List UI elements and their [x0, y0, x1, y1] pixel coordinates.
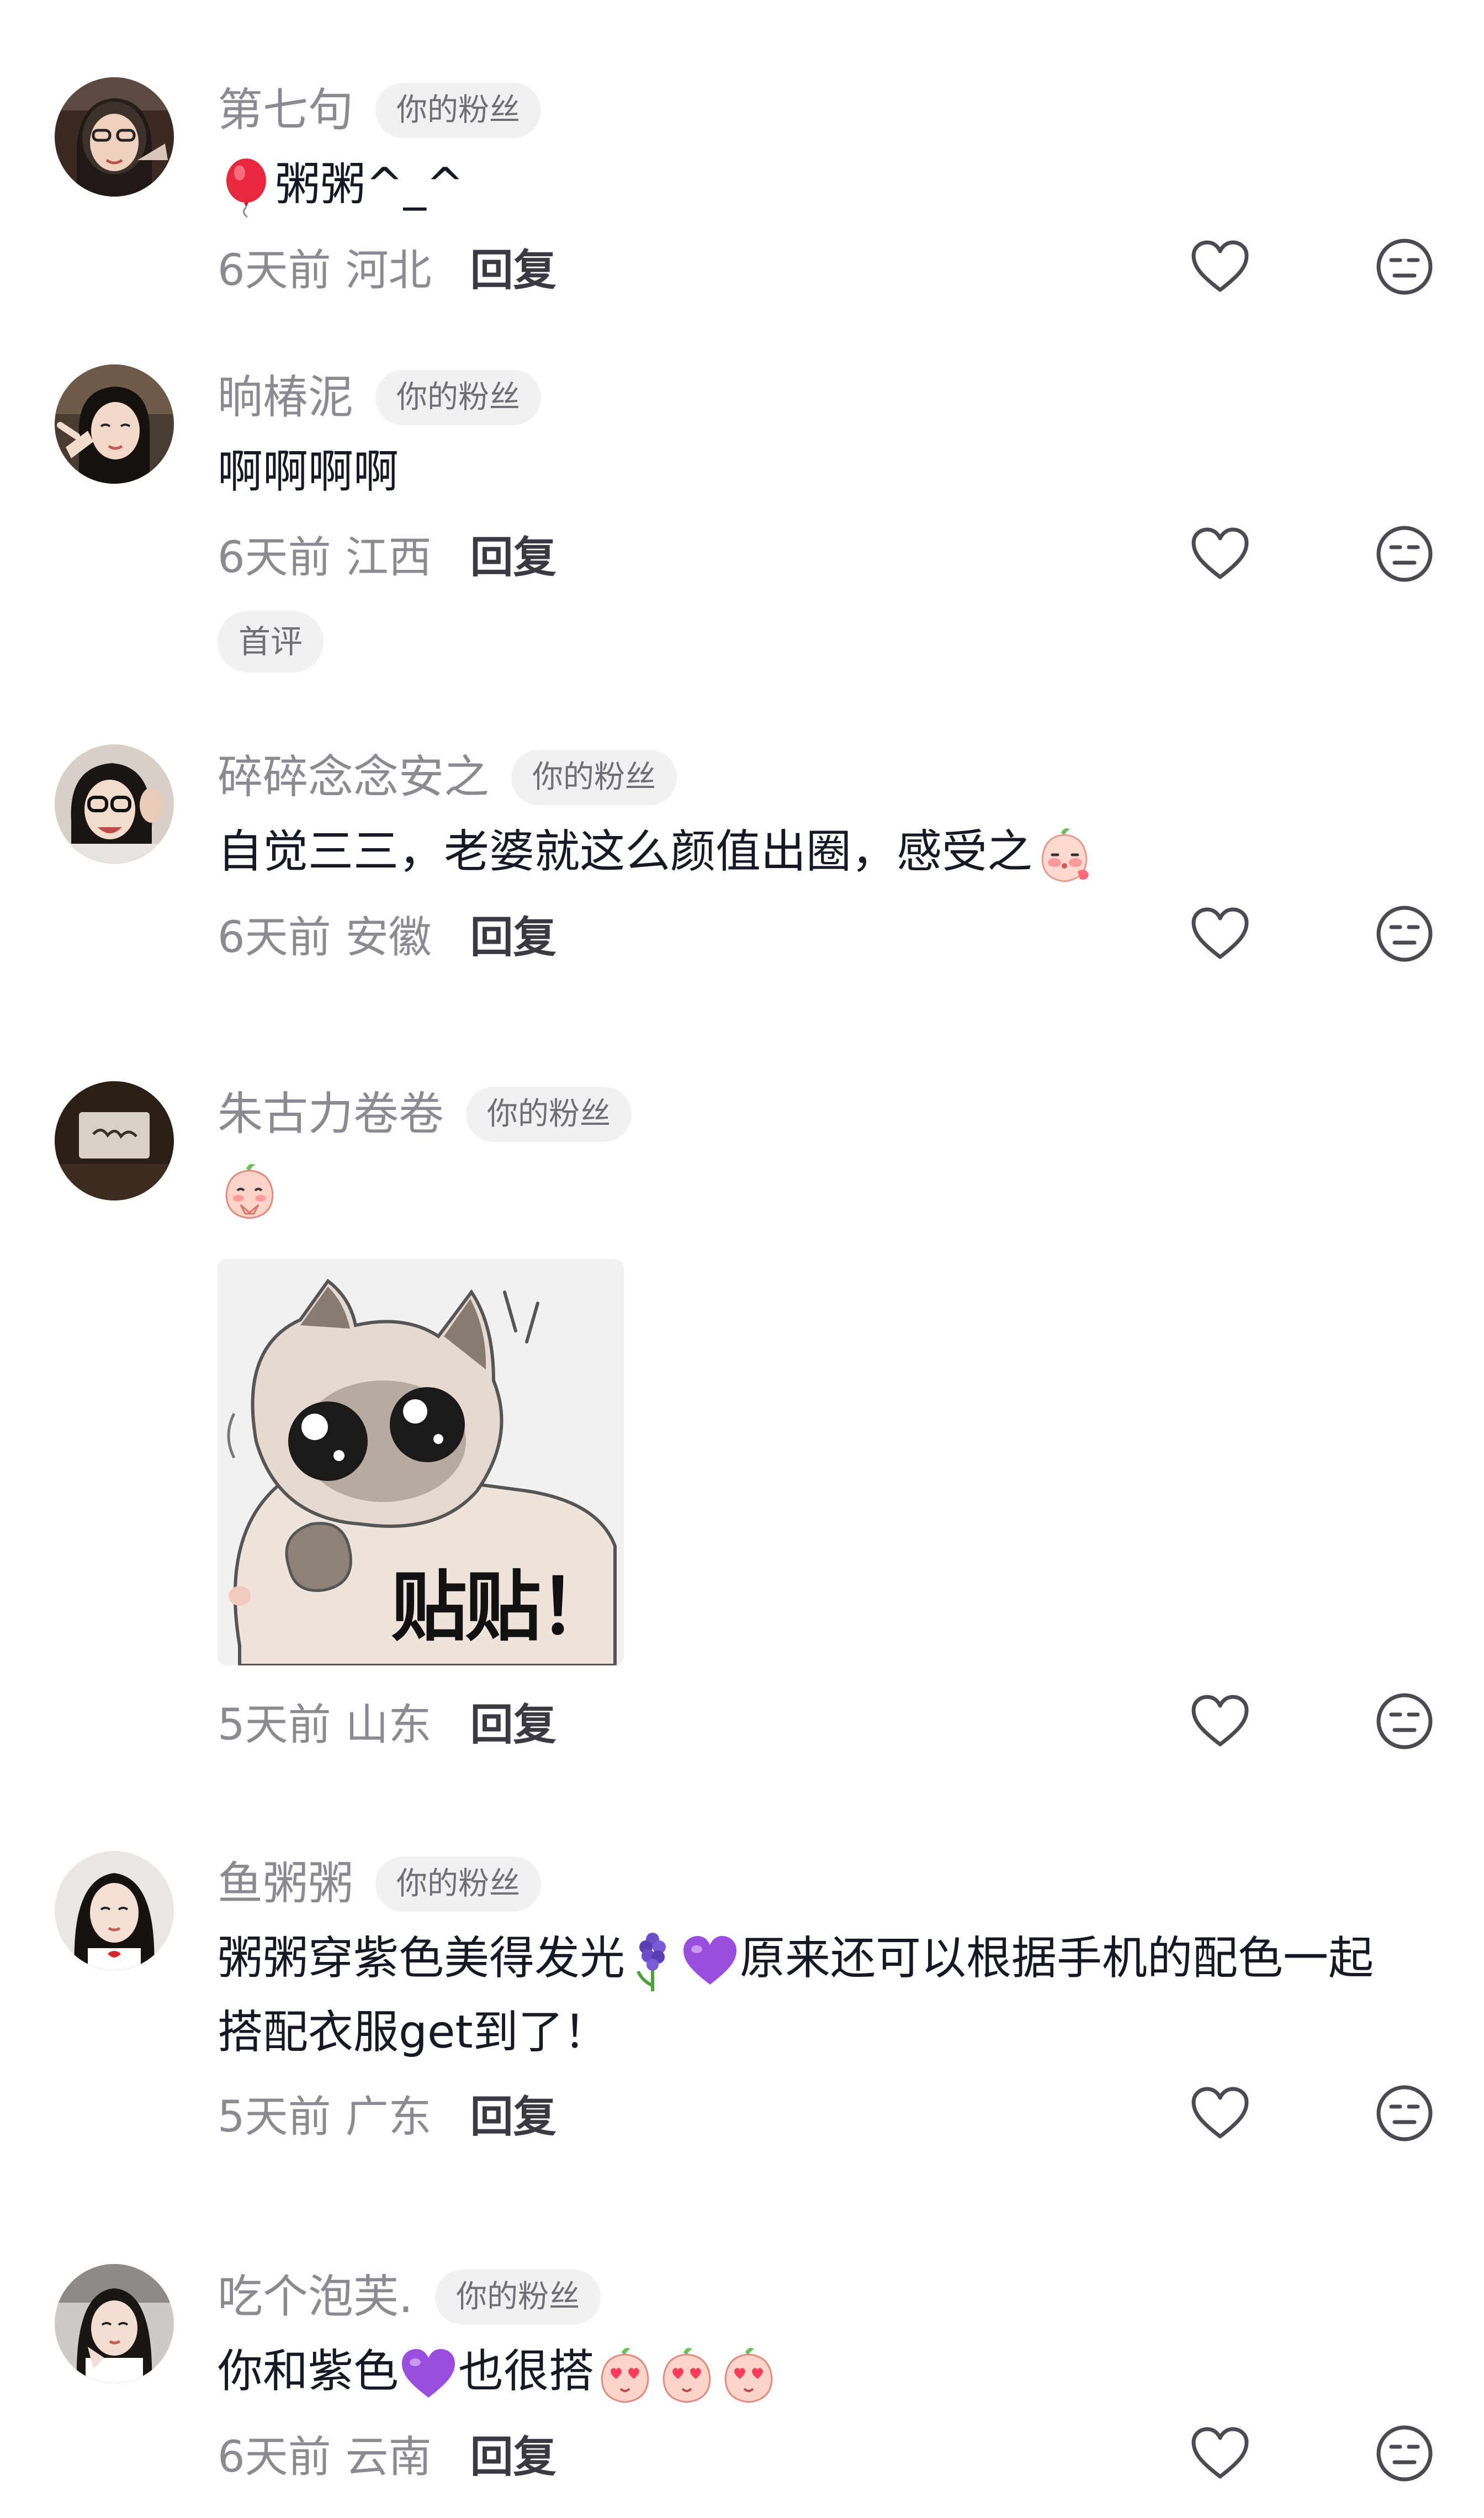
avatar[interactable]: [55, 77, 174, 197]
comment-text: 啊啊啊啊: [218, 446, 399, 498]
hyacinth-emoji-icon: [626, 1930, 679, 1992]
neutral-face-icon: [1376, 239, 1433, 295]
peach-blush-sticker-icon: [1034, 824, 1095, 886]
like-button[interactable]: [1187, 521, 1253, 587]
balloon-emoji-icon: [219, 157, 274, 218]
fan-badge: 你的粉丝: [375, 1856, 542, 1912]
like-button[interactable]: [1187, 2080, 1253, 2146]
username[interactable]: 吃个泡芙.: [218, 2264, 413, 2330]
avatar[interactable]: [55, 2264, 174, 2383]
username[interactable]: 晌椿泥: [218, 364, 353, 431]
heart-outline-icon: [1191, 2427, 1249, 2479]
purple-heart-emoji-icon: [400, 2347, 457, 2402]
purple-heart-emoji-icon: [681, 1934, 739, 1989]
username[interactable]: 第七句: [218, 77, 353, 144]
comment-location: 江西: [345, 533, 432, 583]
comment-time: 6天前: [218, 533, 331, 583]
like-button[interactable]: [1187, 1688, 1253, 1754]
avatar[interactable]: [55, 744, 174, 864]
comment-text: 粥粥穿紫色美得发光 原来还可以根据手机的配色一起: [218, 1922, 1374, 1996]
neutral-face-icon: [1376, 1693, 1433, 1749]
avatar[interactable]: [55, 364, 174, 484]
comment-header: 鱼粥粥 你的粉丝: [218, 1851, 542, 1917]
comment-time: 6天前: [218, 913, 331, 962]
neutral-face-icon: [1376, 906, 1433, 962]
comment-meta: 6天前 云南 回复: [218, 2423, 556, 2484]
comment-time: 6天前: [218, 2432, 331, 2482]
comment-location: 广东: [345, 2092, 432, 2142]
peach-heart-eyes-sticker-icon: [657, 2345, 717, 2404]
peach-heart-eyes-sticker-icon: [595, 2345, 655, 2404]
comment-text: 你和紫色 也很搭: [218, 2335, 780, 2409]
comment-text-content: 粥粥^_^: [275, 158, 464, 211]
reply-button[interactable]: 回复: [470, 236, 556, 298]
peach-heart-eyes-sticker-icon: [719, 2345, 778, 2404]
comment-text-part: 原来还可以根据手机的配色一起: [740, 1932, 1374, 1985]
comment-image[interactable]: 贴贴！: [218, 1259, 624, 1665]
comment-meta: 6天前 江西 回复: [218, 523, 556, 584]
comment-text-part: 也很搭: [458, 2345, 595, 2398]
comment-meta: 6天前 河北 回复: [218, 236, 556, 297]
comment-time: 6天前: [218, 246, 331, 295]
comment-text: 自觉三三，老婆就这么颜值出圈，感受之: [218, 815, 1096, 889]
username[interactable]: 鱼粥粥: [218, 1851, 353, 1917]
heart-outline-icon: [1191, 2087, 1249, 2139]
dislike-button[interactable]: [1371, 521, 1438, 587]
comment-text-part: 粥粥穿紫色美得发光: [218, 1932, 626, 1985]
comment-location: 安徽: [345, 913, 432, 962]
heart-outline-icon: [1191, 527, 1249, 579]
sticker-caption: 贴贴！: [390, 1563, 615, 1652]
comment-text: [218, 1152, 282, 1226]
comment-text-line2: 搭配衣服get到了！: [218, 2006, 609, 2059]
comment-header: 吃个泡芙. 你的粉丝: [218, 2264, 601, 2330]
comment-header: 晌椿泥 你的粉丝: [218, 364, 542, 431]
heart-outline-icon: [1191, 1695, 1249, 1747]
comment-meta: 5天前 广东 回复: [218, 2083, 556, 2144]
dislike-button[interactable]: [1371, 1688, 1438, 1754]
reply-button[interactable]: 回复: [470, 2082, 556, 2144]
comment-text: 粥粥^_^: [218, 148, 464, 222]
dislike-button[interactable]: [1371, 234, 1438, 300]
avatar[interactable]: [55, 1851, 174, 1970]
like-button[interactable]: [1187, 234, 1253, 300]
dislike-button[interactable]: [1371, 2420, 1438, 2487]
comment-text-part: 你和紫色: [218, 2345, 399, 2398]
fan-badge: 你的粉丝: [511, 750, 677, 805]
comment-header: 第七句 你的粉丝: [218, 77, 542, 144]
comment-meta: 6天前 安徽 回复: [218, 903, 556, 964]
avatar[interactable]: [55, 1081, 174, 1200]
reply-button[interactable]: 回复: [470, 523, 556, 585]
reply-button[interactable]: 回复: [470, 903, 556, 965]
fan-badge: 你的粉丝: [375, 370, 542, 425]
heart-outline-icon: [1191, 907, 1249, 959]
first-comment-badge: 首评: [218, 611, 324, 673]
username[interactable]: 碎碎念念安之: [218, 744, 489, 811]
comment-location: 山东: [345, 1700, 432, 1750]
heart-outline-icon: [1191, 240, 1249, 292]
reply-button[interactable]: 回复: [470, 1690, 556, 1752]
like-button[interactable]: [1187, 2420, 1253, 2487]
fan-badge: 你的粉丝: [375, 83, 542, 138]
like-button[interactable]: [1187, 901, 1253, 967]
neutral-face-icon: [1376, 2425, 1433, 2482]
peach-pray-sticker-icon: [219, 1161, 280, 1223]
dislike-button[interactable]: [1371, 901, 1438, 967]
neutral-face-icon: [1376, 526, 1433, 582]
neutral-face-icon: [1376, 2085, 1433, 2141]
comment-location: 河北: [345, 246, 432, 295]
fan-badge: 你的粉丝: [466, 1087, 632, 1142]
comment-meta: 5天前 山东 回复: [218, 1691, 556, 1752]
username[interactable]: 朱古力卷卷: [218, 1081, 444, 1147]
comment-header: 朱古力卷卷 你的粉丝: [218, 1081, 632, 1147]
comment-header: 碎碎念念安之 你的粉丝: [218, 744, 677, 811]
comment-time: 5天前: [218, 1700, 331, 1750]
comment-time: 5天前: [218, 2092, 331, 2142]
fan-badge: 你的粉丝: [435, 2270, 601, 2325]
comment-location: 云南: [345, 2432, 432, 2482]
comment-text-content: 自觉三三，老婆就这么颜值出圈，感受之: [218, 826, 1033, 878]
dislike-button[interactable]: [1371, 2080, 1438, 2146]
reply-button[interactable]: 回复: [470, 2422, 556, 2484]
